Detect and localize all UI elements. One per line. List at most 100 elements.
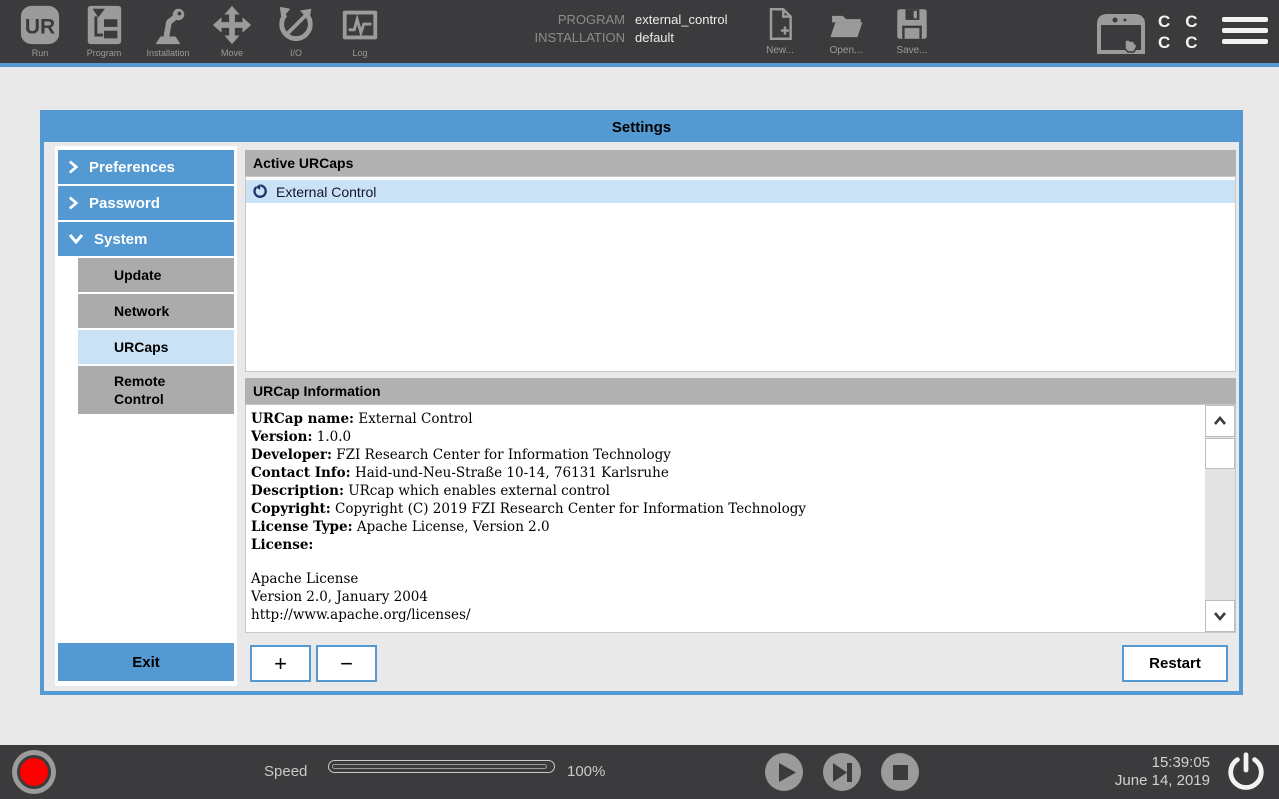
nav-run[interactable]: UR Run	[8, 4, 72, 58]
nav-installation-label: Installation	[146, 48, 189, 58]
dialog-title: Settings	[44, 113, 1239, 142]
hamburger-menu-icon[interactable]	[1222, 17, 1268, 50]
program-installation-status: PROGRAM external_control INSTALLATION de…	[450, 12, 728, 45]
chevron-right-icon	[68, 159, 79, 175]
sidebar-item-password[interactable]: Password	[58, 186, 234, 220]
new-button-label: New...	[766, 45, 794, 56]
speed-slider[interactable]	[328, 760, 555, 773]
speed-value: 100%	[567, 763, 605, 780]
nav-run-label: Run	[32, 48, 49, 58]
restart-button[interactable]: Restart	[1122, 645, 1228, 682]
io-icon	[275, 4, 317, 46]
scroll-up-button[interactable]	[1205, 405, 1235, 437]
chevron-up-icon	[1212, 415, 1228, 427]
polyscope-screen: UR Run Program Installation Move I/O	[0, 0, 1279, 799]
status-letter: C	[1185, 12, 1197, 31]
active-urcaps-header: Active URCaps	[245, 150, 1236, 176]
settings-sidebar: Preferences Password System Update Netwo…	[55, 146, 237, 686]
main-nav: UR Run Program Installation Move I/O	[8, 4, 392, 58]
playback-controls	[765, 753, 919, 791]
date-value: June 14, 2019	[1115, 772, 1210, 790]
play-icon	[765, 753, 803, 791]
sidebar-subitem-label: Network	[114, 303, 169, 319]
sidebar-item-preferences[interactable]: Preferences	[58, 150, 234, 184]
nav-log-label: Log	[352, 48, 367, 58]
add-urcap-button[interactable]: +	[250, 645, 311, 682]
step-button[interactable]	[823, 753, 861, 791]
step-forward-icon	[823, 753, 861, 791]
installation-value: default	[635, 30, 728, 45]
new-file-icon	[762, 6, 798, 42]
save-floppy-icon	[894, 6, 930, 42]
chevron-down-icon	[68, 231, 84, 247]
chevron-down-icon	[1212, 610, 1228, 622]
urcap-restart-pending-icon	[252, 184, 268, 200]
nav-installation[interactable]: Installation	[136, 4, 200, 58]
nav-program-label: Program	[87, 48, 122, 58]
settings-dialog: Settings Preferences Password System Upd…	[40, 110, 1243, 695]
nav-io-label: I/O	[290, 48, 302, 58]
sidebar-subitem-label: Remote Control	[114, 372, 184, 408]
sidebar-item-update[interactable]: Update	[78, 258, 234, 292]
file-actions: New... Open... Save...	[757, 6, 935, 56]
urcap-information-text: URCap name: External Control Version: 1.…	[251, 410, 1199, 624]
stop-icon	[881, 753, 919, 791]
emergency-red-indicator	[20, 758, 48, 786]
top-header-bar: UR Run Program Installation Move I/O	[0, 0, 1279, 67]
info-scrollbar[interactable]	[1205, 405, 1235, 632]
ur-logo-icon: UR	[19, 4, 61, 46]
program-value: external_control	[635, 12, 728, 27]
play-button[interactable]	[765, 753, 803, 791]
status-indicator-grid: C C C C	[1158, 12, 1198, 52]
chevron-right-icon	[68, 195, 79, 211]
open-folder-icon	[828, 6, 864, 42]
program-icon	[83, 4, 125, 46]
bottom-status-bar: Speed 100% 15:39:05 June 14, 2019	[0, 745, 1279, 799]
sidebar-item-urcaps[interactable]: URCaps	[78, 330, 234, 364]
open-button[interactable]: Open...	[823, 6, 869, 56]
sidebar-item-network[interactable]: Network	[78, 294, 234, 328]
sidebar-item-remote-control[interactable]: Remote Control	[78, 366, 234, 414]
teach-pendant-icon[interactable]	[1094, 12, 1148, 56]
sidebar-item-label: Preferences	[89, 159, 175, 176]
status-letter: C	[1158, 12, 1170, 31]
scroll-down-button[interactable]	[1205, 600, 1235, 632]
active-urcaps-list: External Control	[245, 176, 1236, 372]
power-button[interactable]	[1225, 751, 1267, 793]
sidebar-item-label: System	[94, 231, 147, 248]
nav-move[interactable]: Move	[200, 4, 264, 58]
sidebar-subitem-label: URCaps	[114, 339, 168, 355]
urcap-information-header: URCap Information	[245, 378, 1236, 404]
program-label: PROGRAM	[450, 12, 625, 27]
nav-move-label: Move	[221, 48, 243, 58]
remove-urcap-button[interactable]: −	[316, 645, 377, 682]
move-icon	[211, 4, 253, 46]
urcap-item-label: External Control	[276, 184, 376, 200]
save-button-label: Save...	[896, 45, 927, 56]
clock: 15:39:05 June 14, 2019	[1115, 754, 1210, 790]
nav-program[interactable]: Program	[72, 4, 136, 58]
log-icon	[339, 4, 381, 46]
sidebar-subitem-label: Update	[114, 267, 161, 283]
urcap-list-item-external-control[interactable]: External Control	[246, 180, 1235, 203]
nav-io[interactable]: I/O	[264, 4, 328, 58]
installation-icon	[147, 4, 189, 46]
svg-text:UR: UR	[25, 16, 55, 39]
time-value: 15:39:05	[1115, 754, 1210, 772]
status-letter: C	[1185, 33, 1197, 52]
scrollbar-thumb[interactable]	[1205, 438, 1235, 469]
new-button[interactable]: New...	[757, 6, 803, 56]
sidebar-item-system[interactable]: System	[58, 222, 234, 256]
open-button-label: Open...	[830, 45, 863, 56]
stop-button[interactable]	[881, 753, 919, 791]
nav-log[interactable]: Log	[328, 4, 392, 58]
exit-button[interactable]: Exit	[58, 643, 234, 681]
sidebar-item-label: Password	[89, 195, 160, 212]
save-button[interactable]: Save...	[889, 6, 935, 56]
status-letter: C	[1158, 33, 1170, 52]
installation-label: INSTALLATION	[450, 30, 625, 45]
robot-status-button[interactable]	[12, 750, 56, 794]
license-text: Apache License Version 2.0, January 2004…	[251, 570, 1199, 624]
urcap-information-panel: URCap name: External Control Version: 1.…	[245, 404, 1236, 633]
speed-label: Speed	[264, 763, 307, 780]
